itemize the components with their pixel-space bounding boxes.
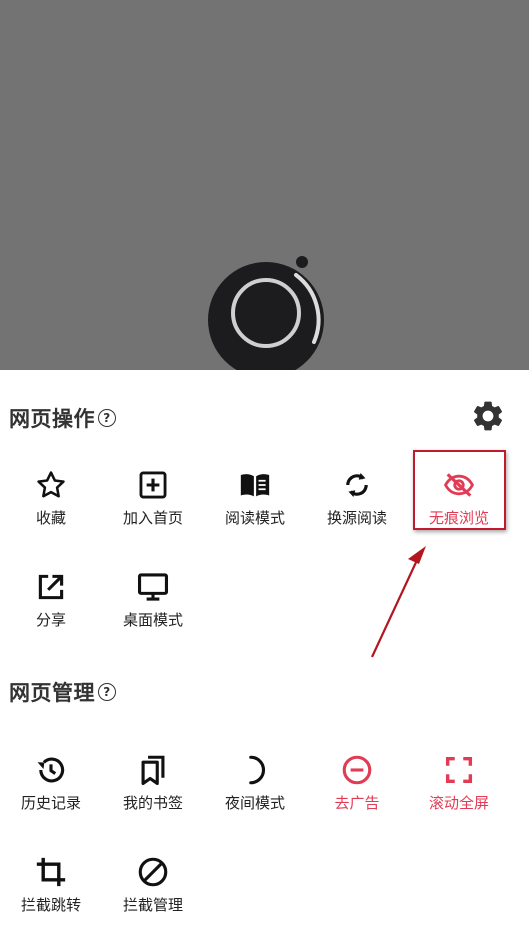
menu-item-label: 收藏	[35, 509, 66, 527]
menu-item-block-redirect[interactable]: 拦截跳转	[1, 837, 101, 917]
menu-item-label: 去广告	[334, 794, 380, 812]
menu-item-night-mode[interactable]: 夜间模式	[205, 735, 305, 815]
external-link-icon	[38, 574, 64, 600]
fullscreen-icon	[445, 756, 473, 784]
menu-item-label: 拦截跳转	[20, 896, 81, 914]
menu-item-favorite[interactable]: 收藏	[1, 450, 101, 530]
help-icon[interactable]: ?	[98, 409, 116, 427]
menu-item-reading-mode[interactable]: 阅读模式	[205, 450, 305, 530]
menu-item-label: 无痕浏览	[428, 509, 489, 527]
menu-item-label: 拦截管理	[122, 896, 183, 914]
menu-item-scroll-fullscreen[interactable]: 滚动全屏	[409, 735, 509, 815]
menu-item-ad-block[interactable]: 去广告	[307, 735, 407, 815]
menu-item-block-manage[interactable]: 拦截管理	[103, 837, 203, 917]
eye-off-icon	[443, 473, 475, 497]
bookmarks-icon	[141, 755, 165, 786]
monitor-icon	[137, 573, 169, 601]
menu-item-label: 夜间模式	[224, 794, 285, 812]
app-logo-icon	[208, 256, 324, 377]
menu-item-label: 换源阅读	[326, 509, 387, 527]
menu-item-label: 阅读模式	[224, 509, 285, 527]
menu-item-label: 我的书签	[122, 794, 183, 812]
block-icon	[138, 857, 168, 887]
menu-item-label: 分享	[35, 611, 66, 629]
section-title-web-actions: 网页操作 ?	[9, 403, 116, 433]
history-icon	[37, 757, 65, 783]
menu-item-label: 加入首页	[122, 509, 183, 527]
menu-item-change-source[interactable]: 换源阅读	[307, 450, 407, 530]
menu-item-incognito[interactable]: 无痕浏览	[409, 450, 509, 530]
menu-item-label: 滚动全屏	[428, 794, 489, 812]
menu-item-share[interactable]: 分享	[1, 552, 101, 632]
section-title-text: 网页管理	[9, 681, 95, 705]
help-icon[interactable]: ?	[98, 683, 116, 701]
menu-item-bookmarks[interactable]: 我的书签	[103, 735, 203, 815]
gear-icon[interactable]	[470, 398, 506, 434]
plus-box-icon	[139, 471, 167, 499]
menu-item-add-to-home[interactable]: 加入首页	[103, 450, 203, 530]
menu-item-history[interactable]: 历史记录	[1, 735, 101, 815]
crop-icon	[36, 857, 66, 887]
menu-item-desktop-mode[interactable]: 桌面模式	[103, 552, 203, 632]
section-title-text: 网页操作	[9, 407, 95, 431]
minus-circle-icon	[342, 755, 372, 785]
refresh-icon	[346, 472, 368, 498]
menu-item-label: 历史记录	[20, 794, 81, 812]
menu-item-label: 桌面模式	[122, 611, 183, 629]
section-title-web-manage: 网页管理 ?	[9, 677, 116, 707]
open-book-icon	[240, 474, 270, 497]
moon-icon	[249, 755, 266, 785]
star-outline-icon	[37, 471, 65, 498]
